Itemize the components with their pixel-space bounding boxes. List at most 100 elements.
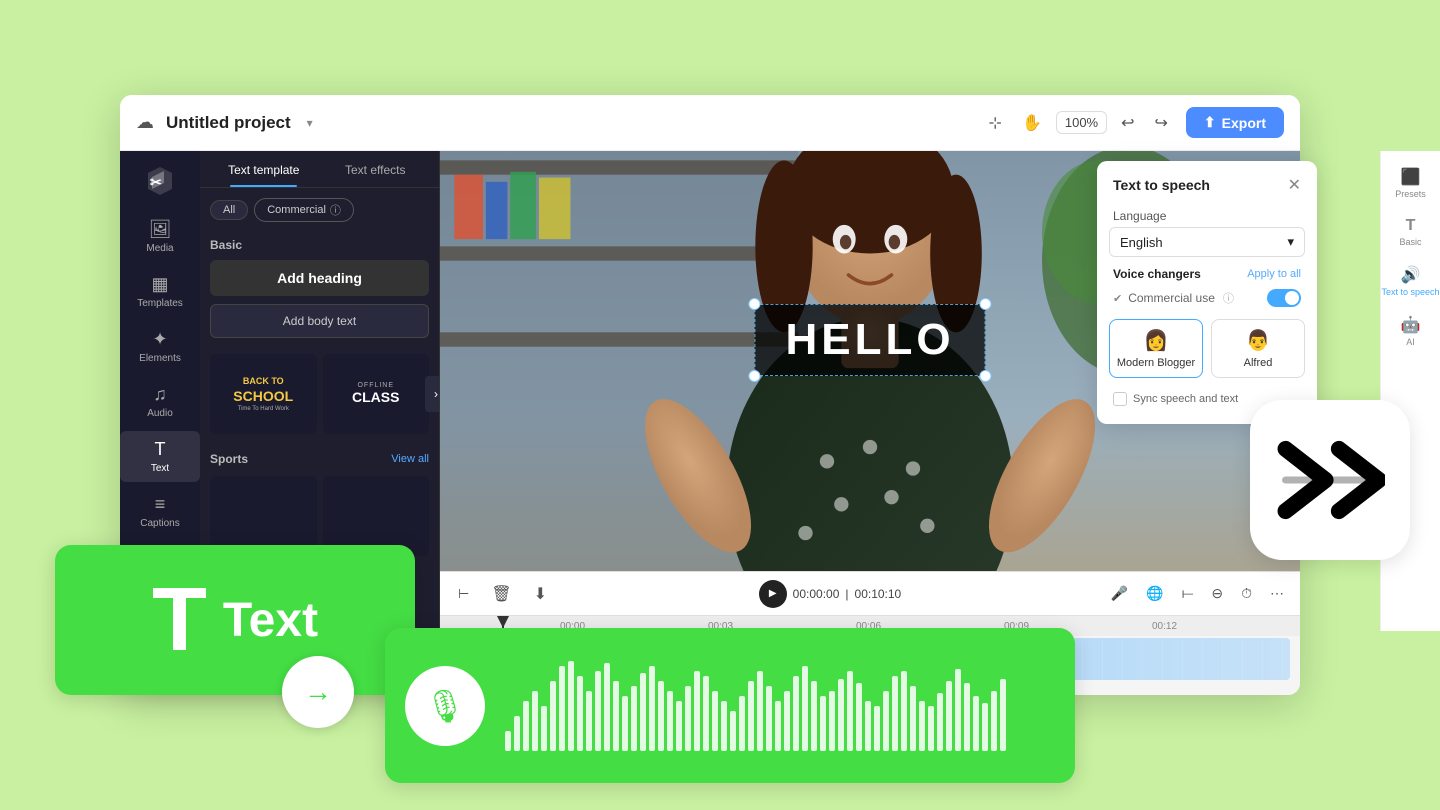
waveform-bar [658, 681, 664, 751]
waveform-bar [811, 681, 817, 751]
hello-text[interactable]: HELLO [754, 304, 985, 376]
ri-tts-label: Text to speech [1381, 287, 1439, 297]
translate-btn[interactable]: 🌐 [1142, 581, 1167, 606]
waveform-bar [748, 681, 754, 751]
filter-all-btn[interactable]: All [210, 200, 248, 220]
section-label-sports: Sports [210, 452, 248, 466]
cloud-save-icon[interactable]: ☁ [136, 112, 154, 133]
basic-text-icon: T [1406, 217, 1416, 235]
play-pause-btn[interactable]: ▶ [759, 580, 787, 608]
svg-text:✂: ✂ [150, 174, 162, 190]
sidebar-item-captions[interactable]: ≡ Captions [120, 486, 200, 537]
presets-icon: ⬛ [1401, 167, 1421, 187]
ri-basic[interactable]: T Basic [1381, 209, 1440, 255]
sidebar-item-media[interactable]: 🖼 Media [120, 211, 200, 262]
mic-circle: 🎙 [405, 666, 485, 746]
template-scroll-right-btn[interactable]: › [425, 376, 440, 412]
view-all-sports-link[interactable]: View all [391, 453, 429, 465]
app-logo: ✂ [142, 163, 178, 199]
ri-ai[interactable]: 🤖 AI [1381, 307, 1440, 355]
sidebar-label-captions: Captions [140, 518, 179, 529]
selection-handle-br[interactable] [980, 370, 992, 382]
ri-presets[interactable]: ⬛ Presets [1381, 159, 1440, 207]
trim-btn[interactable]: ⊢ [452, 582, 475, 606]
split-btn[interactable]: ⟝ [1178, 581, 1198, 606]
waveform-bar [892, 676, 898, 751]
tts-voice-changers-label: Voice changers [1113, 267, 1201, 281]
toolbar-icons: ⊹ ✋ 100% ↩ ↪ [983, 109, 1174, 137]
redo-btn[interactable]: ↪ [1149, 109, 1174, 137]
video-text-overlay[interactable]: HELLO [754, 304, 985, 376]
sports-template-2[interactable] [323, 476, 430, 556]
sports-template-1[interactable] [210, 476, 317, 556]
microphone-icon: 🎙 [425, 687, 466, 725]
sidebar-item-text[interactable]: T Text [120, 431, 200, 482]
speed-btn[interactable]: ⏱ [1237, 581, 1256, 606]
microphone-btn[interactable]: 🎤 [1107, 581, 1132, 606]
download-btn[interactable]: ⬇ [528, 580, 553, 608]
waveform-bar [523, 701, 529, 751]
project-title: Untitled project [166, 113, 291, 133]
waveform-bar [919, 701, 925, 751]
template-offline-class[interactable]: OFFLINE CLASS [323, 354, 430, 434]
add-body-text-btn[interactable]: Add body text [210, 304, 429, 338]
voice-blogger-icon: 👩 [1116, 328, 1196, 353]
export-button[interactable]: ⬆ Export [1186, 107, 1284, 138]
commercial-toggle[interactable] [1267, 289, 1301, 307]
ai-icon: 🤖 [1401, 315, 1421, 335]
sidebar-item-templates[interactable]: ▦ Templates [120, 266, 200, 317]
ri-ai-label: AI [1406, 337, 1415, 347]
waveform-bar [550, 681, 556, 751]
add-heading-btn[interactable]: Add heading [210, 260, 429, 296]
tts-language-select[interactable]: English ▾ [1109, 227, 1305, 257]
voice-card-alfred[interactable]: 👨 Alfred [1211, 319, 1305, 378]
selection-handle-tr[interactable] [980, 298, 992, 310]
templates-icon: ▦ [151, 274, 168, 295]
hand-tool-btn[interactable]: ✋ [1016, 109, 1048, 137]
sidebar-item-elements[interactable]: ✦ Elements [120, 321, 200, 372]
voice-alfred-label: Alfred [1218, 357, 1298, 369]
filter-commercial-btn[interactable]: Commercial ⓘ [254, 198, 354, 222]
total-time: 00:10:10 [855, 587, 902, 601]
waveform-bar [703, 676, 709, 751]
waveform-bar [820, 696, 826, 751]
capcut-logo-svg [1275, 440, 1385, 520]
arrow-right-icon: → [304, 676, 332, 708]
waveform-bar [793, 676, 799, 751]
selection-handle-tl[interactable] [748, 298, 760, 310]
waveform-bar [982, 703, 988, 751]
voice-cards: 👩 Modern Blogger 👨 Alfred [1097, 311, 1317, 386]
selection-handle-bl[interactable] [748, 370, 760, 382]
undo-btn[interactable]: ↩ [1115, 109, 1140, 137]
waveform-bar [676, 701, 682, 751]
tts-commercial-row: ✔ Commercial use ⓘ [1097, 285, 1317, 311]
waveform-bar [505, 731, 511, 751]
delete-btn[interactable]: 🗑 [485, 580, 517, 608]
sidebar-item-audio[interactable]: ♫ Audio [120, 376, 200, 427]
tts-close-btn[interactable]: ✕ [1288, 175, 1301, 195]
tts-panel: Text to speech ✕ Language English ▾ Voic… [1097, 161, 1317, 424]
ri-text-to-speech[interactable]: 🔊 Text to speech [1381, 257, 1440, 305]
minus-btn[interactable]: ⊖ [1207, 581, 1227, 606]
sync-checkbox[interactable] [1113, 392, 1127, 406]
waveform-bar [595, 671, 601, 751]
tts-lang-dropdown-arrow: ▾ [1287, 234, 1294, 250]
select-tool-btn[interactable]: ⊹ [983, 109, 1008, 137]
more-btn[interactable]: ⋯ [1266, 581, 1288, 606]
right-icons-bar: ⬛ Presets T Basic 🔊 Text to speech 🤖 AI [1380, 151, 1440, 631]
voice-card-modern-blogger[interactable]: 👩 Modern Blogger [1109, 319, 1203, 378]
waveform-bar [991, 691, 997, 751]
waveform-bar [901, 671, 907, 751]
waveform-bar [784, 691, 790, 751]
ri-basic-label: Basic [1399, 237, 1421, 247]
waveform-bar [829, 691, 835, 751]
zoom-control[interactable]: 100% [1056, 111, 1107, 134]
template-back-to-school[interactable]: BACK TO SCHOOL Time To Hard Work [210, 354, 317, 434]
tts-apply-all-btn[interactable]: Apply to all [1247, 268, 1301, 280]
waveform-bar [838, 679, 844, 751]
waveform-bar [766, 686, 772, 751]
audio-waveform [505, 661, 1055, 751]
tab-text-template[interactable]: Text template [208, 151, 320, 187]
tab-text-effects[interactable]: Text effects [320, 151, 432, 187]
project-dropdown-arrow[interactable]: ▾ [307, 116, 313, 130]
